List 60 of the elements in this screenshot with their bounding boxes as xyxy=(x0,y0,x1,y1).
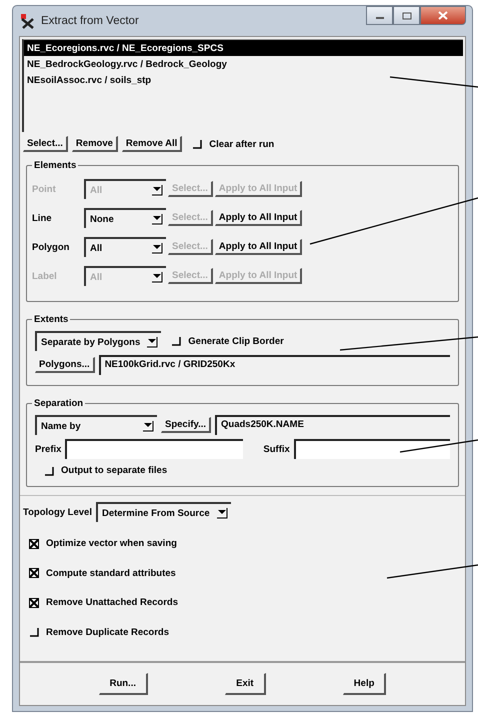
minimize-button[interactable] xyxy=(366,6,393,25)
polygons-field[interactable]: NE100kGrid.rvc / GRID250Kx xyxy=(98,355,450,375)
output-separate-checkbox[interactable]: Output to separate files xyxy=(44,465,168,476)
dropdown-arrow-icon xyxy=(151,213,163,225)
prefix-field[interactable] xyxy=(65,439,244,459)
option-checkbox[interactable]: Remove Duplicate Records xyxy=(29,626,170,638)
element-dropdown[interactable]: None xyxy=(84,208,166,228)
checkbox-icon xyxy=(192,139,202,149)
element-label: Line xyxy=(32,212,53,224)
extents-dropdown[interactable]: Separate by Polygons xyxy=(35,331,162,351)
dropdown-arrow-icon xyxy=(151,271,163,283)
group-title: Separation xyxy=(33,398,84,409)
element-label: Polygon xyxy=(32,242,70,252)
list-item[interactable]: NEsoilAssoc.rvc / soils_stp xyxy=(24,72,463,88)
option-checkbox[interactable]: Compute standard attributes xyxy=(29,568,176,578)
element-label: Label xyxy=(32,270,58,282)
dropdown-arrow-icon xyxy=(142,420,154,432)
list-button[interactable]: Remove xyxy=(72,136,118,152)
dropdown-arrow-icon xyxy=(151,242,163,254)
polygons-button[interactable]: Polygons... xyxy=(35,357,95,373)
checkbox-icon xyxy=(171,336,182,346)
maximize-button[interactable] xyxy=(393,6,420,25)
group-title: Elements xyxy=(33,160,78,171)
maximize-icon xyxy=(402,12,412,20)
footer-button[interactable]: Run... xyxy=(98,673,148,695)
apply-button[interactable]: Apply to All Input xyxy=(214,239,302,255)
list-button[interactable]: Select... xyxy=(23,136,68,152)
close-button[interactable] xyxy=(420,6,466,25)
close-icon xyxy=(438,11,448,20)
element-dropdown[interactable]: All xyxy=(84,237,166,257)
option-checkbox[interactable]: Optimize vector when saving xyxy=(29,538,177,549)
suffix-field[interactable] xyxy=(294,439,450,459)
clear-after-run-checkbox[interactable]: Clear after run xyxy=(192,138,274,150)
dropdown-arrow-icon xyxy=(146,336,158,348)
topology-dropdown[interactable]: Determine From Source xyxy=(96,502,231,522)
dropdown-arrow-icon xyxy=(216,507,228,519)
checkbox-icon xyxy=(29,627,39,637)
dropdown-arrow-icon xyxy=(151,184,163,196)
specify-field[interactable]: Quads250K.NAME xyxy=(215,415,450,435)
topology-label: Topology Level xyxy=(23,506,92,518)
specify-button[interactable]: Specify... xyxy=(161,417,212,433)
name-by-dropdown[interactable]: Name by xyxy=(35,415,157,435)
prefix-label: Prefix xyxy=(35,444,62,454)
footer-button[interactable]: Help xyxy=(342,673,386,695)
checkbox-icon xyxy=(44,466,54,476)
option-checkbox[interactable]: Remove Unattached Records xyxy=(29,597,178,608)
checkbox-icon xyxy=(29,598,39,608)
checkbox-icon xyxy=(29,538,39,548)
group-title: Extents xyxy=(33,314,70,325)
window-title: Extract from Vector xyxy=(41,15,139,27)
list-item[interactable]: NE_Ecoregions.rvc / NE_Ecoregions_SPCS xyxy=(24,40,463,56)
footer-button[interactable]: Exit xyxy=(225,673,266,695)
element-label: Point xyxy=(32,184,57,194)
list-button[interactable]: Remove All xyxy=(122,136,182,152)
clip-border-checkbox[interactable]: Generate Clip Border xyxy=(171,336,284,346)
list-item[interactable]: NE_BedrockGeology.rvc / Bedrock_Geology xyxy=(24,56,463,72)
apply-button[interactable]: Apply to All Input xyxy=(214,210,302,226)
app-icon xyxy=(19,13,35,29)
checkbox-icon xyxy=(29,568,39,578)
suffix-label: Suffix xyxy=(263,444,290,454)
